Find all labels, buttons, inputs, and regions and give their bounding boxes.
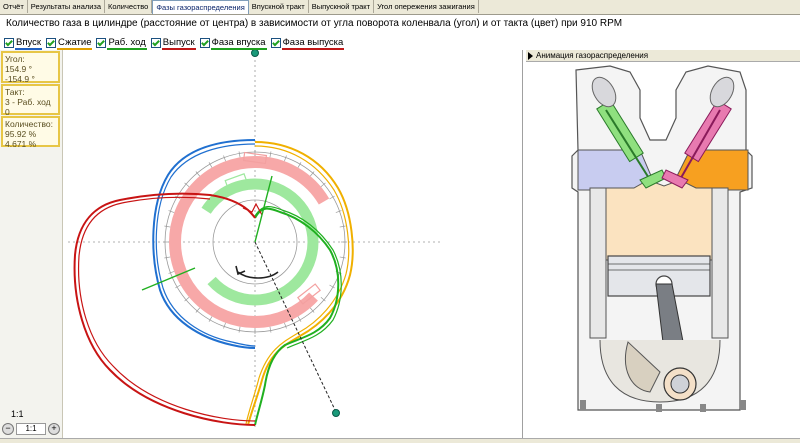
checkbox-exhaust-label: Выпуск — [161, 36, 196, 50]
zoom-value[interactable]: 1:1 — [16, 423, 46, 435]
amount-residual: 4.671 % — [5, 139, 37, 149]
zoom-label: 1:1 — [11, 409, 24, 419]
panel-divider[interactable] — [522, 50, 523, 438]
tick-mark — [164, 256, 171, 259]
check-icon — [150, 38, 161, 48]
stroke-label: Такт: — [5, 87, 25, 97]
zoom-control: − 1:1 + — [2, 423, 60, 435]
exhaust-curve — [73, 192, 256, 426]
check-icon — [270, 38, 281, 48]
angle-value: 154.9 ° — [5, 64, 33, 74]
tab-ignition-advance[interactable]: Угол опережения зажигания — [374, 0, 479, 13]
checkbox-exhaust[interactable]: Выпуск — [150, 36, 196, 50]
checkbox-exhaust-phase[interactable]: Фаза выпуска — [270, 36, 345, 50]
polar-plot[interactable] — [62, 50, 522, 438]
tick-mark — [269, 326, 272, 333]
check-icon — [199, 38, 210, 48]
cylinder-wall-left — [589, 187, 607, 339]
tick-mark — [168, 271, 175, 274]
checkbox-power-label: Раб. ход — [107, 36, 147, 50]
animation-header: Анимация газораспределения — [526, 50, 800, 62]
exhaust-curve-2 — [77, 196, 256, 422]
crank-angle-handle[interactable] — [332, 409, 340, 417]
tab-bar: Отчёт Результаты анализа Количество Фазы… — [0, 0, 800, 15]
tick-mark — [339, 256, 346, 259]
top-axis-handle[interactable] — [251, 50, 259, 57]
angle-info-box: Угол: 154.9 ° -154.9 ° — [1, 51, 60, 84]
tick-mark — [238, 151, 241, 158]
angle-value-negative: -154.9 ° — [5, 74, 35, 84]
check-icon — [4, 38, 14, 48]
animation-title: Анимация газораспределения — [536, 51, 649, 60]
checkbox-intake-phase-label: Фаза впуска — [210, 36, 267, 50]
zoom-out-button[interactable]: − — [2, 423, 14, 435]
checkbox-compression-label: Сжатие — [57, 36, 93, 50]
tick-mark — [269, 151, 272, 158]
tick-mark — [168, 210, 175, 213]
combustion-chamber — [605, 179, 713, 261]
amount-info-box: Количество: 95.92 % 4.671 % — [1, 116, 60, 149]
amount-label: Количество: — [5, 119, 54, 129]
tab-report[interactable]: Отчёт — [0, 0, 28, 13]
stroke-value: 3 - Раб. ход — [5, 97, 51, 107]
stroke-info-box: Такт: 3 - Раб. ход 0 — [1, 84, 60, 117]
checkbox-exhaust-phase-label: Фаза выпуска — [281, 36, 345, 50]
expand-arrow-icon[interactable] — [528, 51, 533, 60]
tab-analysis-results[interactable]: Результаты анализа — [28, 0, 106, 13]
arrowhead-icon — [235, 265, 246, 276]
tick-mark — [238, 326, 241, 333]
check-icon — [46, 38, 57, 48]
check-icon — [96, 38, 107, 48]
tick-mark — [223, 155, 226, 162]
amount-value: 95.92 % — [5, 129, 37, 139]
series-toggles: Впуск Сжатие Раб. ход Выпуск Фаза впуска… — [4, 36, 345, 50]
checkbox-power[interactable]: Раб. ход — [96, 36, 147, 50]
tick-mark — [223, 322, 226, 329]
checkbox-intake[interactable]: Впуск — [4, 36, 43, 50]
tab-exhaust-tract[interactable]: Выпускной тракт — [309, 0, 375, 13]
checkbox-intake-phase[interactable]: Фаза впуска — [199, 36, 267, 50]
angle-label: Угол: — [5, 54, 25, 64]
tick-mark — [339, 225, 346, 228]
status-bar — [0, 438, 800, 443]
tick-mark — [335, 210, 342, 213]
cylinder-wall-right — [711, 187, 729, 339]
tab-intake-tract[interactable]: Впускной тракт — [249, 0, 309, 13]
tab-amount[interactable]: Количество — [105, 0, 153, 13]
rotation-direction-arrow-icon — [237, 271, 279, 279]
tick-mark — [164, 225, 171, 228]
chart-title: Количество газа в цилиндре (расстояние о… — [6, 18, 623, 29]
tick-mark — [284, 155, 287, 162]
checkbox-compression[interactable]: Сжатие — [46, 36, 93, 50]
checkbox-intake-label: Впуск — [15, 36, 43, 50]
tab-valve-timing[interactable]: Фазы газораспределения — [152, 0, 249, 14]
engine-animation — [571, 65, 753, 412]
zoom-in-button[interactable]: + — [48, 423, 60, 435]
tick-mark — [284, 322, 287, 329]
